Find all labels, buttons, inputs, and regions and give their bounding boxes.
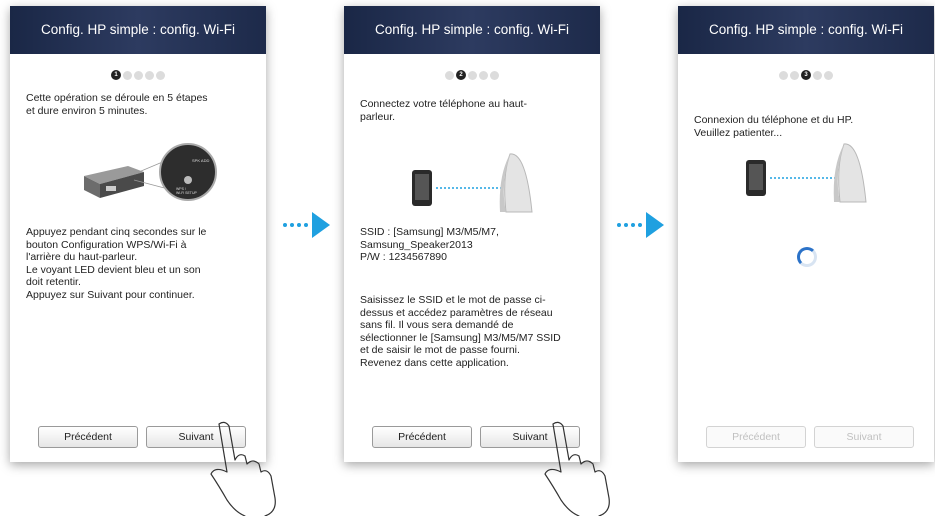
previous-button[interactable]: Précédent bbox=[38, 426, 138, 448]
step-dot bbox=[824, 70, 833, 80]
step-dot-active: 3 bbox=[801, 70, 811, 80]
step-dot-active: 1 bbox=[111, 70, 121, 80]
ssid-info-text: SSID : [Samsung] M3/M5/M7, Samsung_Speak… bbox=[360, 226, 499, 263]
loading-spinner-icon bbox=[797, 247, 817, 267]
screen-title: Config. HP simple : config. Wi-Fi bbox=[344, 6, 600, 54]
step-indicator: 1 bbox=[10, 70, 266, 80]
step-dot bbox=[490, 70, 499, 80]
phone-speaker-connection-illustration bbox=[412, 153, 533, 213]
step-dot bbox=[779, 70, 788, 80]
step-dot bbox=[813, 70, 822, 80]
step-dot bbox=[156, 70, 165, 80]
setup-screen-step-1: Config. HP simple : config. Wi-Fi 1 Cett… bbox=[10, 6, 266, 462]
step-dot-active: 2 bbox=[456, 70, 466, 80]
screen-title: Config. HP simple : config. Wi-Fi bbox=[10, 6, 266, 54]
previous-button[interactable]: Précédent bbox=[372, 426, 472, 448]
instructions-text: Saisissez le SSID et le mot de passe ci-… bbox=[360, 294, 561, 369]
next-step-arrow-icon bbox=[617, 212, 664, 238]
next-step-arrow-icon bbox=[283, 212, 330, 238]
next-button: Suivant bbox=[814, 426, 914, 448]
step-dot bbox=[468, 70, 477, 80]
screen-title: Config. HP simple : config. Wi-Fi bbox=[678, 6, 934, 54]
step-dot bbox=[445, 70, 454, 80]
phone-speaker-connection-illustration bbox=[746, 143, 867, 203]
setup-screen-step-3: Config. HP simple : config. Wi-Fi 3 Conn… bbox=[678, 6, 934, 462]
previous-button: Précédent bbox=[706, 426, 806, 448]
step-dot bbox=[145, 70, 154, 80]
step-dot bbox=[134, 70, 143, 80]
hand-pointer-icon bbox=[544, 421, 610, 516]
step-dot bbox=[479, 70, 488, 80]
step-indicator: 2 bbox=[344, 70, 600, 80]
speaker-back-illustration: SPK ADD WPS / Wi-Fi SETUP bbox=[84, 143, 217, 201]
instructions-text: Appuyez pendant cinq secondes sur le bou… bbox=[26, 226, 207, 301]
setup-screen-step-2: Config. HP simple : config. Wi-Fi 2 Conn… bbox=[344, 6, 600, 462]
hand-pointer-icon bbox=[210, 421, 276, 516]
step-indicator: 3 bbox=[678, 70, 934, 80]
step-dot bbox=[790, 70, 799, 80]
svg-text:SPK ADD: SPK ADD bbox=[192, 158, 209, 163]
intro-text: Cette opération se déroule en 5 étapes e… bbox=[26, 92, 208, 117]
step-dot bbox=[123, 70, 132, 80]
intro-text: Connectez votre téléphone au haut- parle… bbox=[360, 98, 527, 123]
svg-text:Wi-Fi SETUP: Wi-Fi SETUP bbox=[176, 191, 197, 195]
